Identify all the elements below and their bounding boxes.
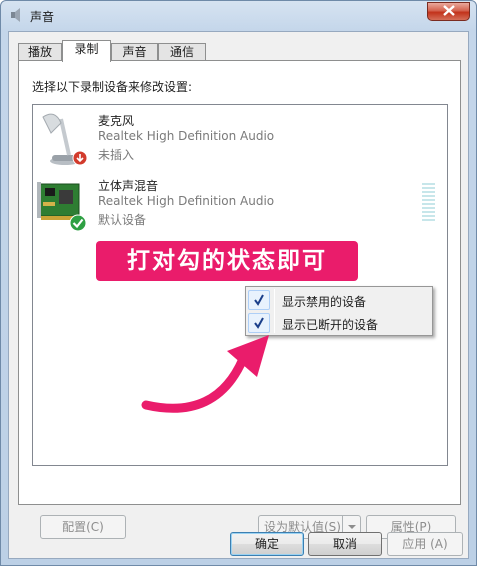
tab-playback[interactable]: 播放 (18, 43, 62, 61)
menu-item-show-disabled-devices[interactable]: 显示禁用的设备 (248, 289, 430, 311)
checkmark-icon (248, 290, 270, 310)
device-item-microphone[interactable]: 麦克风 Realtek High Definition Audio 未插入 (33, 111, 447, 173)
configure-button[interactable]: 配置(C) (40, 515, 126, 539)
audio-level-meter (422, 183, 435, 221)
annotation-arrow-icon (141, 321, 281, 416)
close-icon (442, 4, 455, 19)
device-name: 立体声混音 (98, 179, 159, 193)
title-bar[interactable]: 声音 (1, 1, 476, 31)
tab-recording[interactable]: 录制 (62, 40, 111, 62)
speaker-icon (9, 7, 25, 23)
device-driver: Realtek High Definition Audio (98, 194, 275, 208)
default-checkmark-icon (69, 214, 87, 235)
device-driver: Realtek High Definition Audio (98, 129, 275, 143)
sound-dialog-window: 声音 播放 录制 声音 通信 选择以下录制设备来修改设置: 麦克风 Realte… (0, 0, 477, 566)
close-button[interactable] (427, 2, 470, 21)
instructions-label: 选择以下录制设备来修改设置: (32, 80, 193, 94)
menu-item-label: 显示已断开的设备 (282, 318, 379, 332)
recording-tab-panel: 选择以下录制设备来修改设置: 麦克风 Realtek High Definiti… (18, 60, 461, 539)
window-title: 声音 (30, 10, 55, 24)
cancel-button[interactable]: 取消 (308, 532, 382, 556)
tab-communications[interactable]: 通信 (158, 43, 206, 61)
device-status: 未插入 (98, 148, 135, 162)
ok-button[interactable]: 确定 (230, 532, 304, 556)
device-name: 麦克风 (98, 114, 135, 128)
unplugged-badge-icon (72, 150, 88, 169)
tab-sounds[interactable]: 声音 (111, 43, 158, 61)
annotation-banner: 打对勾的状态即可 (96, 241, 358, 281)
device-item-stereo-mix[interactable]: 立体声混音 Realtek High Definition Audio 默认设备 (33, 176, 447, 238)
device-status: 默认设备 (98, 213, 147, 227)
apply-button[interactable]: 应用 (A) (387, 532, 463, 556)
menu-item-label: 显示禁用的设备 (282, 295, 367, 309)
